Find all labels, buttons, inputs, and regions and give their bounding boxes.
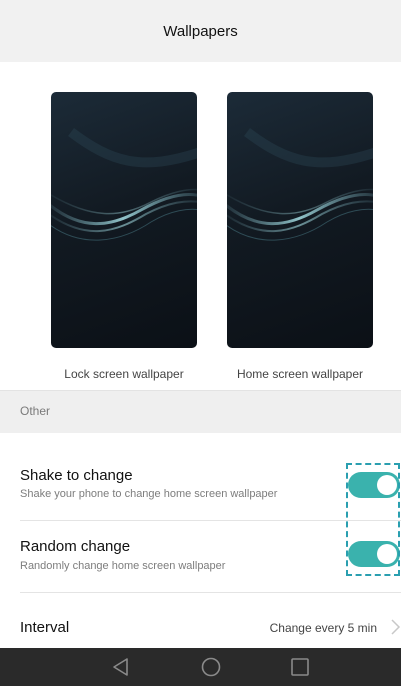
- toggle-highlight-box: [346, 463, 400, 576]
- home-circle-icon[interactable]: [199, 655, 223, 679]
- home-screen-wallpaper-preview[interactable]: [227, 92, 373, 348]
- chevron-right-icon: [391, 619, 401, 635]
- recent-apps-square-icon[interactable]: [288, 655, 312, 679]
- random-change-row[interactable]: Random change Randomly change home scree…: [0, 521, 401, 591]
- interval-value: Change every 5 min: [269, 621, 377, 635]
- interval-title: Interval: [20, 619, 70, 636]
- section-label: Other: [20, 404, 51, 418]
- wallpaper-swirl-image: [51, 127, 197, 241]
- random-change-title: Random change: [20, 538, 131, 555]
- lock-screen-wallpaper-preview[interactable]: [51, 92, 197, 348]
- random-change-subtitle: Randomly change home screen wallpaper: [20, 560, 226, 572]
- home-screen-wallpaper-caption: Home screen wallpaper: [236, 367, 364, 381]
- shake-to-change-subtitle: Shake your phone to change home screen w…: [20, 488, 278, 500]
- lock-screen-wallpaper-caption: Lock screen wallpaper: [64, 367, 184, 381]
- shake-to-change-title: Shake to change: [20, 467, 133, 484]
- section-header-other: Other: [0, 390, 401, 433]
- wallpaper-swirl-image: [227, 127, 373, 241]
- navigation-bar: [0, 648, 401, 686]
- interval-row[interactable]: Interval Change every 5 min: [0, 593, 401, 648]
- page-title: Wallpapers: [163, 22, 238, 40]
- shake-to-change-row[interactable]: Shake to change Shake your phone to chan…: [0, 432, 401, 520]
- back-triangle-icon[interactable]: [109, 655, 133, 679]
- page-header: Wallpapers: [0, 0, 401, 62]
